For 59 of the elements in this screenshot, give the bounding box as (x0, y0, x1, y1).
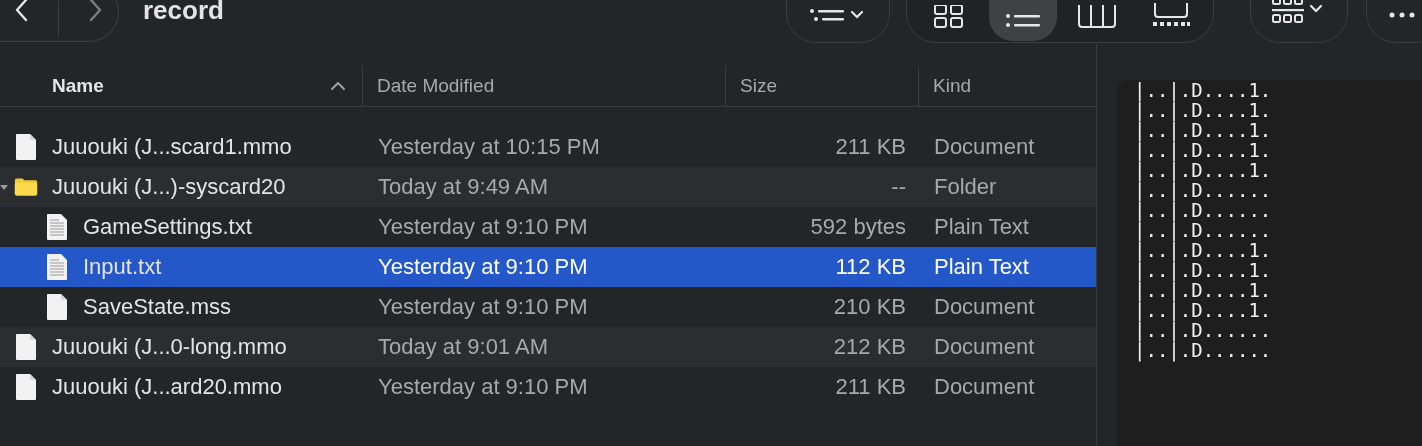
file-kind: Plain Text (934, 254, 1029, 280)
window-title: record (143, 0, 224, 26)
file-kind: Document (934, 374, 1035, 400)
date-modified: Yesterday at 9:10 PM (378, 254, 588, 280)
date-modified: Yesterday at 9:10 PM (378, 374, 588, 400)
file-size: 212 KB (833, 334, 906, 360)
list-icon (1005, 13, 1041, 29)
file-name: Juuouki (J...)-syscard20 (52, 174, 286, 200)
file-name: Juuouki (J...0-long.mmo (52, 334, 287, 360)
file-kind: Document (934, 334, 1035, 360)
preview-line: |..|.D...... (1134, 340, 1272, 360)
text-file-icon (45, 253, 69, 281)
file-kind: Document (934, 294, 1035, 320)
file-size: 112 KB (835, 254, 906, 280)
gallery-icon (1151, 3, 1191, 29)
file-size: 592 bytes (810, 214, 906, 240)
file-name: Input.txt (83, 254, 162, 280)
file-kind: Plain Text (934, 214, 1029, 240)
more-icon (1387, 10, 1417, 20)
file-row[interactable]: Juuouki (J...)-syscard20 Today at 9:49 AM -- Folder (0, 167, 1096, 207)
text-file-icon (45, 213, 69, 241)
column-header[interactable]: Kind (918, 66, 1096, 106)
column-header[interactable]: Date Modified (362, 66, 725, 106)
date-modified: Today at 9:49 AM (378, 174, 548, 200)
file-size: 211 KB (835, 374, 906, 400)
file-row[interactable]: SaveState.mss Yesterday at 9:10 PM 210 KB Document (0, 287, 1096, 327)
group-button[interactable] (1250, 0, 1348, 43)
file-size: 210 KB (833, 294, 906, 320)
file-size: 211 KB (835, 134, 906, 160)
file-row[interactable]: GameSettings.txt Yesterday at 9:10 PM 592 bytes Plain Text (0, 207, 1096, 247)
file-row[interactable]: Juuouki (J...0-long.mmo Today at 9:01 AM 212 KB Document (0, 327, 1096, 367)
file-kind: Document (934, 134, 1035, 160)
date-modified: Yesterday at 9:10 PM (378, 294, 588, 320)
date-modified: Yesterday at 10:15 PM (378, 134, 600, 160)
column-header[interactable]: Size (725, 66, 918, 106)
document-icon (45, 293, 69, 321)
file-row[interactable]: Input.txt Yesterday at 9:10 PM 112 KB Plain Text (0, 247, 1096, 287)
document-icon (14, 333, 38, 361)
sort-options-button[interactable] (786, 0, 890, 43)
file-size: -- (891, 174, 906, 200)
column-header[interactable]: Name (0, 66, 362, 106)
date-modified: Today at 9:01 AM (378, 334, 548, 360)
document-icon (14, 133, 38, 161)
file-kind: Folder (934, 174, 997, 200)
file-name: GameSettings.txt (83, 214, 252, 240)
columns-icon (1077, 5, 1117, 29)
back-icon[interactable] (14, 0, 28, 22)
folder-icon (14, 176, 38, 198)
file-name: Juuouki (J...ard20.mmo (52, 374, 282, 400)
date-modified: Yesterday at 9:10 PM (378, 214, 588, 240)
file-row[interactable]: Juuouki (J...ard20.mmo Yesterday at 9:10 PM 211 KB Document (0, 367, 1096, 407)
file-name: Juuouki (J...scard1.mmo (52, 134, 292, 160)
file-name: SaveState.mss (83, 294, 231, 320)
disclosure-triangle-icon[interactable] (0, 183, 8, 191)
file-row[interactable]: Juuouki (J...scard1.mmo Yesterday at 10:15 PM 211 KB Document (0, 127, 1096, 167)
grid-icon (933, 5, 965, 29)
forward-icon[interactable] (89, 0, 103, 22)
list-view-button[interactable] (989, 0, 1057, 41)
document-icon (14, 373, 38, 401)
